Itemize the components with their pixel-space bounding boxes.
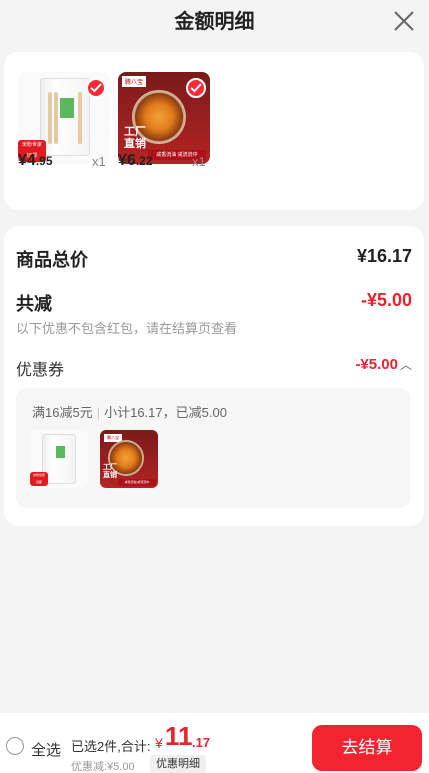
total-currency: ¥ [155,735,163,751]
coupon-description: 满16减5元 | 小计16.17，已减5.00 [32,405,227,420]
selected-count: 已选2件,合计: [71,739,151,754]
product-price: ¥6.22 [118,152,153,169]
product-price: ¥4.95 [18,152,53,169]
reduce-label: 共减 [16,294,52,314]
coupon-value[interactable]: -¥5.00 ︿ [355,356,412,373]
product-image: 腾八宝 工厂 直销 咸香流油 咸流流中 [118,72,210,164]
header: 金额明细 [0,0,429,44]
select-all-radio[interactable] [6,737,24,755]
checkout-button[interactable]: 去结算 [312,725,422,771]
coupon-product-image: 腾八宝 工厂 直销 咸香流油 咸流流中 [100,430,158,488]
coupon-product-image: 米粉世家 旧都 [30,430,88,488]
total-amount-decimal: .17 [192,735,211,750]
product-list-card: 米粉世家 旧都 ¥4.95 x1 腾八宝 工厂 直销 咸香流油 咸流流中 ¥6.22… [4,52,424,210]
reduce-value: -¥5.00 [360,290,412,310]
selected-check-icon[interactable] [86,78,106,98]
selected-check-icon[interactable] [186,78,206,98]
select-all-label[interactable]: 全选 [31,739,61,760]
page-title: 金额明细 [174,11,255,33]
discount-detail-button[interactable]: 优惠明细 [150,755,206,773]
discount-amount: 优惠减:¥5.00 [71,761,135,773]
close-icon[interactable] [393,10,415,32]
checkout-bar: 全选 已选2件,合计: ¥ 11 .17 优惠减:¥5.00 优惠明细 去结算 [0,713,429,773]
discount-note: 以下优惠不包含红包，请在结算页查看 [16,321,238,336]
total-label: 商品总价 [16,250,88,270]
product-quantity: x1 [192,154,206,169]
coupon-detail: 满16减5元 | 小计16.17，已减5.00 米粉世家 旧都 腾八宝 工厂 直销 咸香… [16,388,410,508]
chevron-up-icon: ︿ [399,358,412,372]
price-summary-card: 商品总价 ¥16.17 共减 -¥5.00 以下优惠不包含红包，请在结算页查看 … [4,226,424,526]
product-quantity: x1 [92,154,106,169]
product-image: 米粉世家 旧都 [18,72,110,164]
total-value: ¥16.17 [356,246,412,266]
coupon-label: 优惠券 [16,362,65,379]
product-item[interactable]: 腾八宝 工厂 直销 咸香流油 咸流流中 [118,72,210,164]
product-item[interactable]: 米粉世家 旧都 [18,72,110,164]
total-amount: 11 [165,721,193,751]
